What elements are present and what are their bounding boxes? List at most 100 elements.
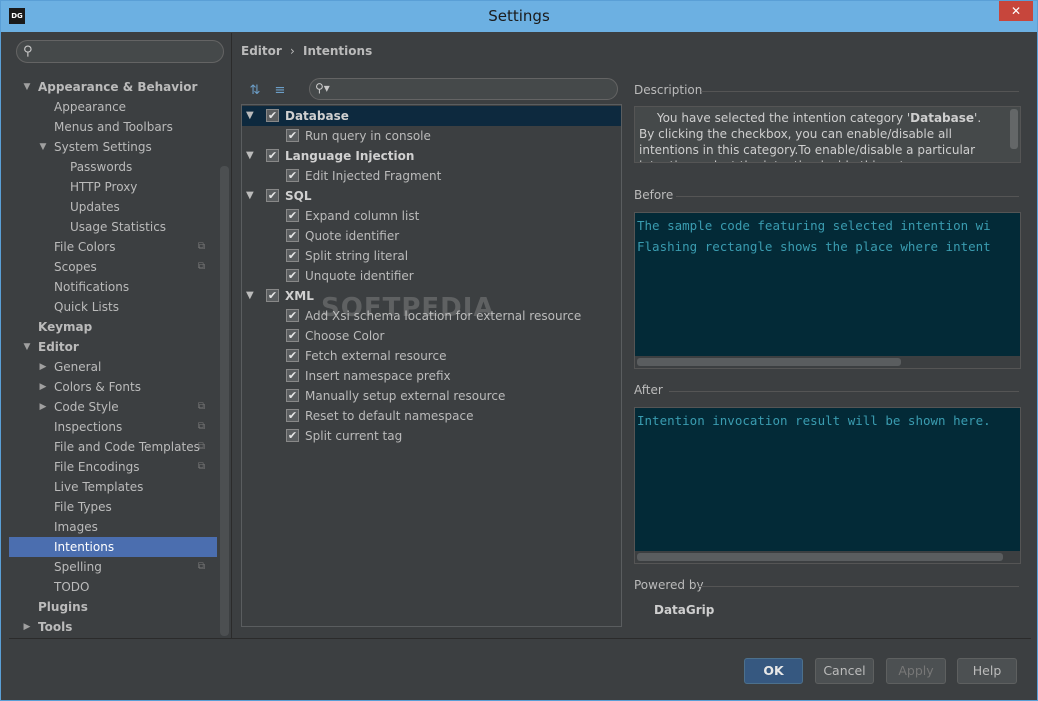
intention-label: Database <box>285 109 349 123</box>
checkbox[interactable]: ✔ <box>266 109 279 122</box>
expanded-arrow-icon[interactable]: ▼ <box>246 186 254 206</box>
nav-item-intentions[interactable]: Intentions <box>9 537 217 557</box>
nav-item-live-templates[interactable]: Live Templates <box>9 477 217 497</box>
collapse-all-icon[interactable]: ≡ <box>272 83 288 99</box>
expanded-arrow-icon[interactable]: ▼ <box>22 77 32 97</box>
nav-item-menus-and-toolbars[interactable]: Menus and Toolbars <box>9 117 217 137</box>
powered-by-title: Powered by <box>634 578 704 592</box>
nav-item-plugins[interactable]: Plugins <box>9 597 217 617</box>
ok-button[interactable]: OK <box>744 658 803 684</box>
apply-button[interactable]: Apply <box>886 658 946 684</box>
project-scope-icon: ⧉ <box>197 241 205 252</box>
intentions-tree: ▼ ✔ Database ✔ Run query in console ▼ ✔ Languag… <box>241 104 622 627</box>
intention-category-row[interactable]: ▼ ✔ Database <box>242 106 621 126</box>
nav-item-tools[interactable]: ▶ Tools <box>9 617 217 637</box>
intention-label: XML <box>285 289 314 303</box>
after-horizontal-scrollbar[interactable] <box>637 553 1003 561</box>
intention-row[interactable]: ✔ Quote identifier <box>242 226 621 246</box>
nav-item-system-settings[interactable]: ▼ System Settings <box>9 137 217 157</box>
before-code-editor[interactable]: The sample code featuring selected inten… <box>634 212 1021 369</box>
checkbox[interactable]: ✔ <box>286 389 299 402</box>
after-code-editor[interactable]: Intention invocation result will be show… <box>634 407 1021 564</box>
checkbox[interactable]: ✔ <box>286 229 299 242</box>
nav-item-usage-statistics[interactable]: Usage Statistics <box>9 217 217 237</box>
checkbox[interactable]: ✔ <box>286 309 299 322</box>
nav-item-scopes[interactable]: Scopes ⧉ <box>9 257 217 277</box>
nav-item-appearance[interactable]: Appearance <box>9 97 217 117</box>
before-horizontal-scrollbar[interactable] <box>637 358 901 366</box>
intention-row[interactable]: ✔ Reset to default namespace <box>242 406 621 426</box>
collapsed-arrow-icon[interactable]: ▶ <box>38 357 48 377</box>
nav-scrollbar[interactable] <box>220 166 229 636</box>
checkbox[interactable]: ✔ <box>286 409 299 422</box>
checkbox[interactable]: ✔ <box>286 169 299 182</box>
nav-item-todo[interactable]: TODO <box>9 577 217 597</box>
nav-item-quick-lists[interactable]: Quick Lists <box>9 297 217 317</box>
intention-row[interactable]: ✔ Unquote identifier <box>242 266 621 286</box>
intention-category-row[interactable]: ▼ ✔ Language Injection <box>242 146 621 166</box>
nav-item-images[interactable]: Images <box>9 517 217 537</box>
nav-item-label: Appearance & Behavior <box>38 80 198 94</box>
collapsed-arrow-icon[interactable]: ▶ <box>38 397 48 417</box>
collapsed-arrow-icon[interactable]: ▶ <box>22 617 32 637</box>
checkbox[interactable]: ✔ <box>286 249 299 262</box>
nav-item-http-proxy[interactable]: HTTP Proxy <box>9 177 217 197</box>
collapsed-arrow-icon[interactable]: ▶ <box>38 377 48 397</box>
expanded-arrow-icon[interactable]: ▼ <box>38 137 48 157</box>
divider <box>9 638 1031 639</box>
nav-item-label: General <box>54 360 102 374</box>
separator <box>676 196 1019 197</box>
nav-item-file-and-code-templates[interactable]: File and Code Templates ⧉ <box>9 437 217 457</box>
nav-item-updates[interactable]: Updates <box>9 197 217 217</box>
nav-item-appearance-behavior[interactable]: ▼ Appearance & Behavior <box>9 77 217 97</box>
intentions-filter-input[interactable]: ⚲▾ <box>309 78 618 100</box>
expanded-arrow-icon[interactable]: ▼ <box>22 337 32 357</box>
nav-item-colors-fonts[interactable]: ▶ Colors & Fonts <box>9 377 217 397</box>
intention-row[interactable]: ✔ Manually setup external resource <box>242 386 621 406</box>
description-scrollbar[interactable] <box>1010 109 1018 149</box>
checkbox[interactable]: ✔ <box>286 129 299 142</box>
expanded-arrow-icon[interactable]: ▼ <box>246 106 254 126</box>
close-button[interactable]: ✕ <box>999 1 1033 21</box>
checkbox[interactable]: ✔ <box>286 209 299 222</box>
expanded-arrow-icon[interactable]: ▼ <box>246 286 254 306</box>
checkbox[interactable]: ✔ <box>286 269 299 282</box>
nav-item-general[interactable]: ▶ General <box>9 357 217 377</box>
expand-all-icon[interactable]: ⇅ <box>247 83 263 99</box>
expanded-arrow-icon[interactable]: ▼ <box>246 146 254 166</box>
intention-row[interactable]: ✔ Run query in console <box>242 126 621 146</box>
nav-item-notifications[interactable]: Notifications <box>9 277 217 297</box>
nav-item-passwords[interactable]: Passwords <box>9 157 217 177</box>
nav-item-file-colors[interactable]: File Colors ⧉ <box>9 237 217 257</box>
breadcrumb-separator: › <box>290 44 295 58</box>
checkbox[interactable]: ✔ <box>286 429 299 442</box>
after-code-line: Intention invocation result will be show… <box>637 413 991 428</box>
checkbox[interactable]: ✔ <box>286 349 299 362</box>
nav-item-label: TODO <box>54 580 90 594</box>
checkbox[interactable]: ✔ <box>266 289 279 302</box>
intention-row[interactable]: ✔ Edit Injected Fragment <box>242 166 621 186</box>
watermark: SOFTPEDIA <box>321 293 495 323</box>
checkbox[interactable]: ✔ <box>266 189 279 202</box>
nav-item-file-types[interactable]: File Types <box>9 497 217 517</box>
nav-item-keymap[interactable]: Keymap <box>9 317 217 337</box>
help-button[interactable]: Help <box>957 658 1017 684</box>
intention-category-row[interactable]: ▼ ✔ SQL <box>242 186 621 206</box>
nav-item-spelling[interactable]: Spelling ⧉ <box>9 557 217 577</box>
settings-search-input[interactable]: ⚲ <box>16 40 224 63</box>
intention-label: Unquote identifier <box>305 269 414 283</box>
intention-row[interactable]: ✔ Split string literal <box>242 246 621 266</box>
nav-item-file-encodings[interactable]: File Encodings ⧉ <box>9 457 217 477</box>
checkbox[interactable]: ✔ <box>266 149 279 162</box>
nav-item-editor[interactable]: ▼ Editor <box>9 337 217 357</box>
intention-row[interactable]: ✔ Choose Color <box>242 326 621 346</box>
checkbox[interactable]: ✔ <box>286 329 299 342</box>
nav-item-code-style[interactable]: ▶ Code Style ⧉ <box>9 397 217 417</box>
intention-row[interactable]: ✔ Insert namespace prefix <box>242 366 621 386</box>
nav-item-inspections[interactable]: Inspections ⧉ <box>9 417 217 437</box>
intention-row[interactable]: ✔ Fetch external resource <box>242 346 621 366</box>
intention-row[interactable]: ✔ Split current tag <box>242 426 621 446</box>
cancel-button[interactable]: Cancel <box>815 658 874 684</box>
intention-row[interactable]: ✔ Expand column list <box>242 206 621 226</box>
checkbox[interactable]: ✔ <box>286 369 299 382</box>
